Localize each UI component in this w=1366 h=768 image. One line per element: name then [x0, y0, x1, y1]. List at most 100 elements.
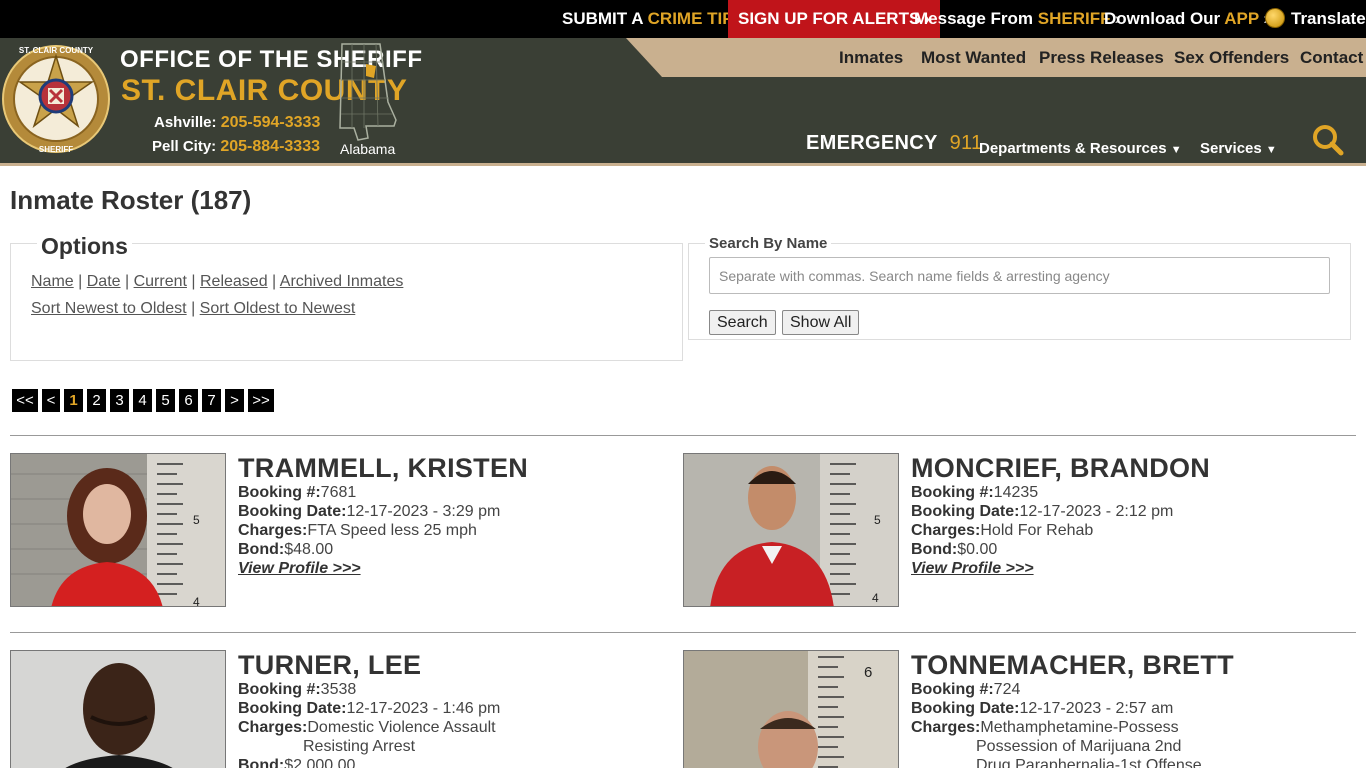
sort-oldest-link[interactable]: Sort Oldest to Newest — [200, 300, 356, 317]
sheriff-badge-logo[interactable]: ST. CLAIR COUNTY SHERIFF — [2, 42, 110, 156]
page-1-button[interactable]: 1 — [64, 389, 83, 412]
search-icon[interactable] — [1312, 124, 1344, 156]
filter-name-link[interactable]: Name — [31, 273, 74, 290]
filter-current-link[interactable]: Current — [134, 273, 187, 290]
charges-label: Charges: — [238, 522, 308, 539]
view-profile-link[interactable]: View Profile >>> — [911, 559, 1341, 578]
nav-most-wanted[interactable]: Most Wanted — [921, 38, 1026, 77]
bond-label: Bond: — [238, 757, 285, 768]
chevron-down-icon: ▼ — [1170, 144, 1182, 156]
search-button[interactable]: Search — [709, 310, 776, 335]
inmate-info: TONNEMACHER, BRETT Booking #:724 Booking… — [911, 650, 1341, 768]
filter-archived-link[interactable]: Archived Inmates — [280, 273, 404, 290]
alabama-map-icon — [339, 43, 397, 141]
inmate-info: TRAMMELL, KRISTEN Booking #:7681 Booking… — [238, 453, 668, 578]
booking-date-label: Booking Date: — [911, 503, 1020, 520]
booking-date-value: 12-17-2023 - 3:29 pm — [346, 503, 501, 520]
nav-sex-offenders[interactable]: Sex Offenders — [1174, 38, 1289, 77]
nav-inmates[interactable]: Inmates — [839, 38, 903, 77]
services-label: Services — [1200, 140, 1262, 157]
booking-number-label: Booking #: — [911, 484, 994, 501]
inmate-name: TURNER, LEE — [238, 650, 422, 680]
bond-value: $2,000.00 — [284, 757, 356, 768]
charge-value: Drug Paraphernalia-1st Offense — [976, 757, 1202, 768]
booking-number-value: 14235 — [993, 484, 1039, 501]
booking-number-label: Booking #: — [238, 681, 321, 698]
inmate-photo[interactable]: 6 — [683, 650, 899, 768]
chevron-down-icon: ▼ — [1265, 144, 1277, 156]
page-last-button[interactable]: >> — [248, 389, 274, 412]
message-highlight: SHERIFF — [1037, 9, 1111, 28]
bond-row: Bond:$48.00 — [238, 540, 668, 559]
nav-contact[interactable]: Contact — [1300, 38, 1363, 77]
row-divider — [10, 632, 1356, 633]
height-mark: 4 — [193, 595, 200, 607]
inmate-photo[interactable]: 5 4 — [10, 453, 226, 607]
page-7-button[interactable]: 7 — [202, 389, 221, 412]
booking-number-row: Booking #:7681 — [238, 483, 668, 502]
filter-released-link[interactable]: Released — [200, 273, 268, 290]
charge-value: Hold For Rehab — [980, 522, 1094, 539]
departments-dropdown[interactable]: Departments & Resources ▼ — [979, 140, 1182, 157]
emergency-line: EMERGENCY 911 — [806, 132, 982, 155]
charges-label: Charges: — [238, 719, 308, 736]
download-text: Download Our — [1104, 9, 1221, 28]
sort-newest-link[interactable]: Sort Newest to Oldest — [31, 300, 187, 317]
booking-date-value: 12-17-2023 - 1:46 pm — [346, 700, 501, 717]
state-label: Alabama — [340, 141, 396, 157]
bond-value: $48.00 — [284, 541, 334, 558]
charges-row: Charges:Hold For Rehab — [911, 521, 1341, 540]
badge-top-text: ST. CLAIR COUNTY — [19, 46, 94, 55]
page-2-button[interactable]: 2 — [87, 389, 106, 412]
charges-row: Charges:Methamphetamine-Possess — [911, 718, 1341, 737]
filter-links: Name | Date | Current | Released | Archi… — [31, 273, 404, 290]
translate-link[interactable]: Translate — [1265, 0, 1366, 38]
filter-date-link[interactable]: Date — [87, 273, 121, 290]
inmate-photo[interactable]: 5 4 — [683, 453, 899, 607]
booking-number-row: Booking #:724 — [911, 680, 1341, 699]
booking-number-label: Booking #: — [238, 484, 321, 501]
options-legend: Options — [37, 233, 132, 260]
inmate-name: MONCRIEF, BRANDON — [911, 453, 1211, 483]
services-dropdown[interactable]: Services ▼ — [1200, 140, 1277, 157]
height-mark: 5 — [193, 513, 200, 527]
inmate-info: MONCRIEF, BRANDON Booking #:14235 Bookin… — [911, 453, 1341, 578]
charge-value: Resisting Arrest — [303, 738, 416, 755]
booking-date-label: Booking Date: — [911, 700, 1020, 717]
pell-city-label: Pell City: — [152, 138, 217, 155]
main-nav: Inmates Most Wanted Press Releases Sex O… — [626, 38, 1366, 77]
page-3-button[interactable]: 3 — [110, 389, 129, 412]
show-all-button[interactable]: Show All — [782, 310, 860, 335]
page-6-button[interactable]: 6 — [179, 389, 198, 412]
ashville-label: Ashville: — [154, 114, 217, 131]
charges-label: Charges: — [911, 719, 981, 736]
bond-row: Bond:$2,000.00 — [238, 756, 668, 768]
ashville-number[interactable]: 205-594-3333 — [221, 114, 321, 131]
view-profile-link[interactable]: View Profile >>> — [238, 559, 668, 578]
booking-number-value: 724 — [993, 681, 1021, 698]
top-utility-bar: SUBMIT A CRIME TIP› SIGN UP FOR ALERTS› … — [0, 0, 1366, 38]
page-prev-button[interactable]: < — [42, 389, 60, 412]
booking-date-value: 12-17-2023 - 2:12 pm — [1019, 503, 1174, 520]
message-from-sheriff-link[interactable]: Message From SHERIFF › — [914, 0, 1120, 38]
emergency-number[interactable]: 911 — [950, 132, 983, 154]
submit-crime-tip-link[interactable]: SUBMIT A CRIME TIP› — [562, 0, 743, 38]
inmate-photo[interactable] — [10, 650, 226, 768]
nav-press-releases[interactable]: Press Releases — [1039, 38, 1164, 77]
bond-label: Bond: — [238, 541, 285, 558]
page-5-button[interactable]: 5 — [156, 389, 175, 412]
bond-row: Bond:$0.00 — [911, 540, 1341, 559]
sign-up-alerts-link[interactable]: SIGN UP FOR ALERTS › — [728, 0, 940, 38]
booking-date-row: Booking Date:12-17-2023 - 3:29 pm — [238, 502, 668, 521]
crime-tip-highlight: CRIME TIP — [647, 9, 734, 28]
search-name-input[interactable] — [709, 257, 1330, 294]
page-4-button[interactable]: 4 — [133, 389, 152, 412]
pell-city-number[interactable]: 205-884-3333 — [220, 138, 320, 155]
charges-label: Charges: — [911, 522, 981, 539]
booking-date-value: 12-17-2023 - 2:57 am — [1019, 700, 1174, 717]
charge-value: FTA Speed less 25 mph — [307, 522, 477, 539]
sort-links: Sort Newest to Oldest | Sort Oldest to N… — [31, 300, 356, 317]
download-app-link[interactable]: Download Our APP› — [1104, 0, 1269, 38]
page-next-button[interactable]: > — [225, 389, 244, 412]
page-first-button[interactable]: << — [12, 389, 38, 412]
